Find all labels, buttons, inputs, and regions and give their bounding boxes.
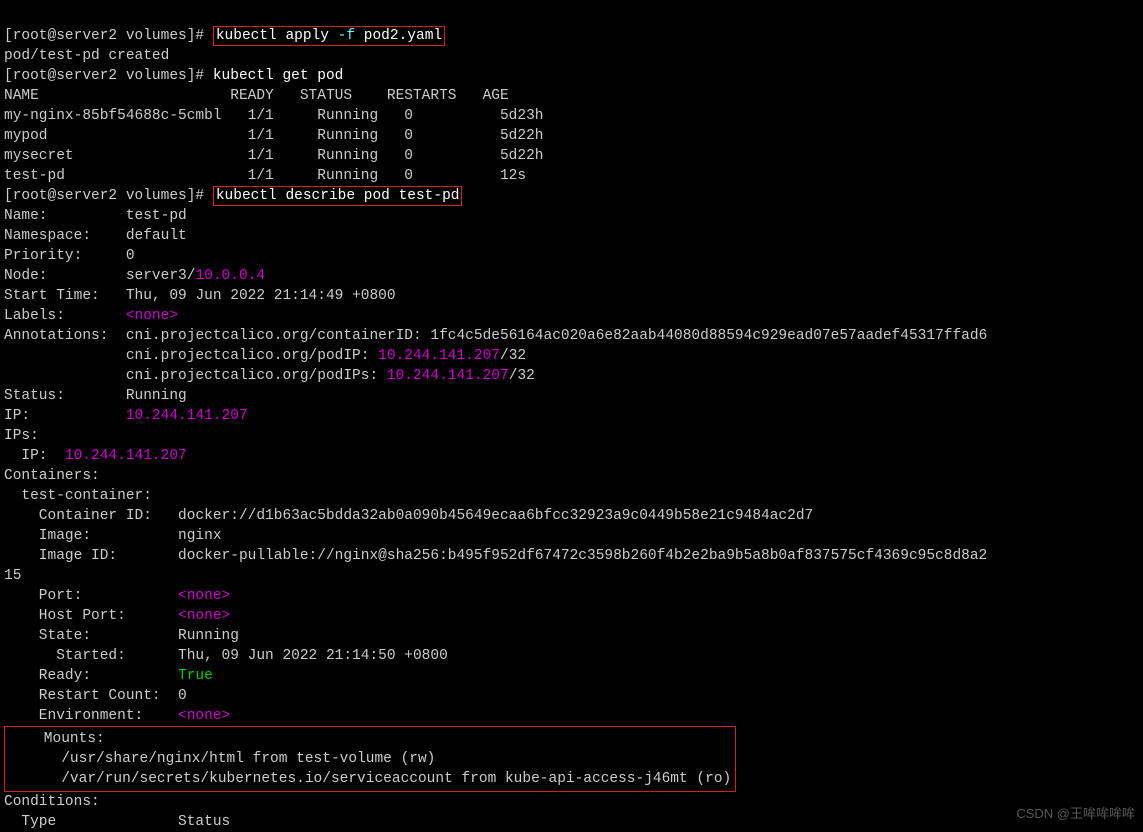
describe-ips-label: IPs: xyxy=(4,428,39,444)
container-id: Container ID: docker://d1b63ac5bdda32ab0… xyxy=(4,508,813,524)
pod-row: mypod 1/1 Running 0 5d22h xyxy=(4,128,544,144)
describe-name: Name: test-pd xyxy=(4,208,187,224)
pod-row: test-pd 1/1 Running 0 12s xyxy=(4,168,526,184)
container-image: Image: nginx xyxy=(4,528,222,544)
container-port: Port: <none> xyxy=(4,588,230,604)
mounts-box: Mounts: /usr/share/nginx/html from test-… xyxy=(4,726,736,792)
describe-namespace: Namespace: default xyxy=(4,228,187,244)
container-image-id-wrap: 15 xyxy=(4,568,21,584)
describe-annotation: cni.projectcalico.org/podIP: 10.244.141.… xyxy=(4,348,526,364)
describe-annotation: Annotations: cni.projectcalico.org/conta… xyxy=(4,328,987,344)
containers-label: Containers: xyxy=(4,468,100,484)
mounts-label: Mounts: xyxy=(9,731,105,747)
describe-priority: Priority: 0 xyxy=(4,248,135,264)
pod-row: my-nginx-85bf54688c-5cmbl 1/1 Running 0 … xyxy=(4,108,544,124)
container-name: test-container: xyxy=(4,488,152,504)
conditions-label: Conditions: xyxy=(4,794,100,810)
describe-ips-value: IP: 10.244.141.207 xyxy=(4,448,187,464)
prompt: [root@server2 volumes]# xyxy=(4,188,213,204)
container-image-id: Image ID: docker-pullable://nginx@sha256… xyxy=(4,548,987,564)
pod-row: mysecret 1/1 Running 0 5d22h xyxy=(4,148,544,164)
describe-start-time: Start Time: Thu, 09 Jun 2022 21:14:49 +0… xyxy=(4,288,396,304)
describe-node: Node: server3/10.0.0.4 xyxy=(4,268,265,284)
describe-annotation: cni.projectcalico.org/podIPs: 10.244.141… xyxy=(4,368,535,384)
container-host-port: Host Port: <none> xyxy=(4,608,230,624)
container-ready: Ready: True xyxy=(4,668,213,684)
describe-status: Status: Running xyxy=(4,388,187,404)
prompt: [root@server2 volumes]# xyxy=(4,68,213,84)
container-started: Started: Thu, 09 Jun 2022 21:14:50 +0800 xyxy=(4,648,448,664)
container-state: State: Running xyxy=(4,628,239,644)
apply-result: pod/test-pd created xyxy=(4,48,169,64)
describe-labels: Labels: <none> xyxy=(4,308,178,324)
mount-entry: /var/run/secrets/kubernetes.io/serviceac… xyxy=(9,771,731,787)
describe-ip: IP: 10.244.141.207 xyxy=(4,408,248,424)
prompt: [root@server2 volumes]# xyxy=(4,28,213,44)
container-environment: Environment: <none> xyxy=(4,708,230,724)
command-box-describe: kubectl describe pod test-pd xyxy=(213,186,463,206)
watermark: CSDN @王哞哞哞哞 xyxy=(1016,804,1135,824)
command-get-pod: kubectl get pod xyxy=(213,68,344,84)
conditions-header: Type Status xyxy=(4,814,230,830)
mount-entry: /usr/share/nginx/html from test-volume (… xyxy=(9,751,435,767)
container-restart-count: Restart Count: 0 xyxy=(4,688,187,704)
command-box-apply: kubectl apply -f pod2.yaml xyxy=(213,26,445,46)
terminal-output[interactable]: [root@server2 volumes]# kubectl apply -f… xyxy=(0,0,1143,832)
pod-table-header: NAME READY STATUS RESTARTS AGE xyxy=(4,88,509,104)
